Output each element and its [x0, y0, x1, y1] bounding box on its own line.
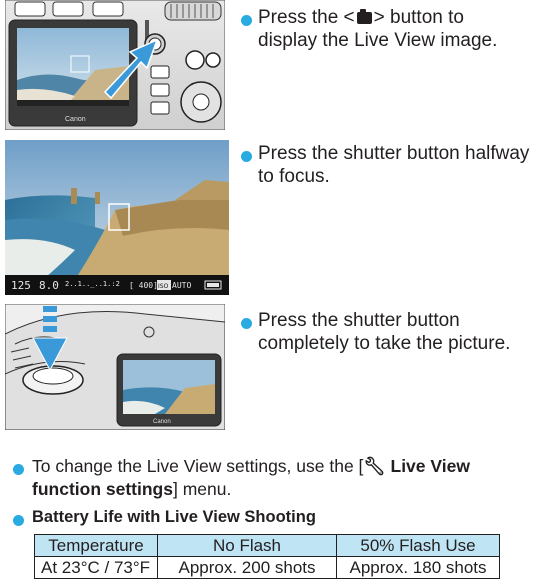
- step-3-text-line2: completely to take the picture.: [258, 333, 511, 354]
- step-1-text-suffix: > button to: [373, 7, 464, 28]
- step-1-text: Press the < > button to display the Live …: [258, 6, 544, 52]
- table-cell-no-flash: Approx. 200 shots: [157, 556, 337, 579]
- step-2-text: Press the shutter button halfway to focu…: [258, 142, 544, 188]
- table-cell-flash-use: Approx. 180 shots: [336, 556, 500, 579]
- note-settings-bold2: function settings: [32, 479, 173, 499]
- table-header-row: Temperature No Flash 50% Flash Use: [34, 534, 500, 557]
- note-settings-prefix: To change the Live View settings, use th…: [32, 456, 364, 476]
- step-1-bullet: [241, 15, 252, 26]
- note-settings-suffix: ] menu.: [172, 479, 232, 499]
- lcd-shots-remaining: [ 400]: [129, 281, 158, 290]
- table-header-temperature: Temperature: [34, 534, 158, 557]
- step-1-text-line2: display the Live View image.: [258, 30, 498, 51]
- wrench-icon: 🔧︎: [363, 456, 386, 476]
- live-view-screen-image: 125 8.0 2..1..̲..1.:2 [ 400] ISO AUTO: [5, 140, 229, 295]
- note-settings-bold: Live View: [385, 456, 470, 476]
- battery-heading: Battery Life with Live View Shooting: [32, 508, 316, 526]
- lcd-iso-value: AUTO: [172, 281, 191, 290]
- step-3-text-line1: Press the shutter button: [258, 310, 460, 331]
- canon-logo-text: Canon: [65, 116, 86, 123]
- step-3-text: Press the shutter button completely to t…: [258, 309, 544, 355]
- lcd-aperture-value: 8.0: [39, 279, 59, 292]
- canon-logo-text-2: Canon: [153, 419, 171, 425]
- battery-life-table: Temperature No Flash 50% Flash Use At 23…: [34, 534, 500, 579]
- table-cell-temperature: At 23°C / 73°F: [34, 556, 158, 579]
- step-2-text-line2: to focus.: [258, 166, 330, 187]
- table-row: At 23°C / 73°F Approx. 200 shots Approx.…: [34, 556, 500, 579]
- shutter-press-image: Canon: [5, 304, 225, 430]
- lcd-exposure-scale: 2..1..̲..1.:2: [65, 280, 120, 288]
- lcd-iso-label: ISO: [158, 283, 169, 290]
- live-view-camera-icon: [356, 9, 372, 24]
- step-1-text-prefix: Press the <: [258, 7, 355, 28]
- camera-back-image: Canon: [5, 0, 225, 130]
- step-2-bullet: [241, 151, 252, 162]
- step-2-text-line1: Press the shutter button halfway: [258, 143, 530, 164]
- lcd-shutter-value: 125: [11, 279, 31, 292]
- table-header-no-flash: No Flash: [157, 534, 337, 557]
- battery-heading-bullet: [13, 515, 24, 526]
- note-settings-text: To change the Live View settings, use th…: [32, 455, 542, 501]
- table-header-flash-use: 50% Flash Use: [336, 534, 500, 557]
- note-settings-bullet: [13, 464, 24, 475]
- step-3-bullet: [241, 318, 252, 329]
